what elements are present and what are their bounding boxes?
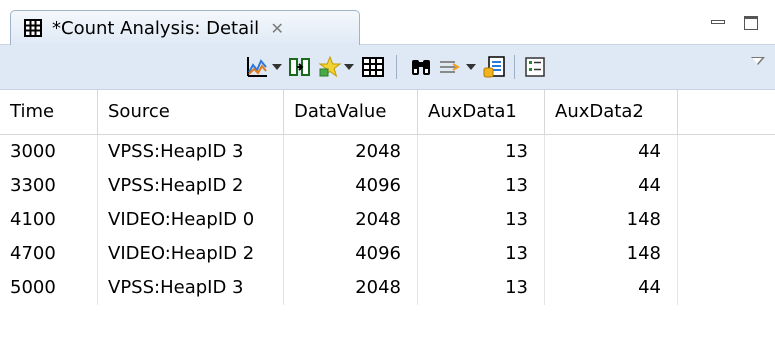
table-view-icon[interactable]: [361, 55, 385, 79]
cell-auxdata1: 13: [418, 203, 545, 237]
cell-empty: [678, 169, 775, 203]
cell-source: VPSS:HeapID 2: [98, 169, 284, 203]
tab-title: *Count Analysis: Detail: [52, 17, 260, 39]
tab-count-analysis-detail[interactable]: *Count Analysis: Detail ✕: [10, 10, 360, 45]
cell-datavalue: 4096: [284, 237, 418, 271]
table-row[interactable]: 4700 VIDEO:HeapID 2 4096 13 148: [0, 237, 775, 271]
highlight-dropdown-icon[interactable]: [342, 55, 356, 79]
cell-empty: [678, 203, 775, 237]
cell-source: VPSS:HeapID 3: [98, 135, 284, 169]
cell-time: 3300: [0, 169, 98, 203]
highlight-icon[interactable]: [318, 55, 342, 79]
cell-empty: [678, 237, 775, 271]
tab-strip: *Count Analysis: Detail ✕: [0, 0, 775, 45]
group-icon[interactable]: [523, 55, 547, 79]
table-row[interactable]: 4100 VIDEO:HeapID 0 2048 13 148: [0, 203, 775, 237]
cell-empty: [678, 135, 775, 169]
cell-datavalue: 4096: [284, 169, 418, 203]
minimize-icon[interactable]: [711, 20, 725, 24]
cell-auxdata1: 13: [418, 135, 545, 169]
graph-icon[interactable]: [245, 55, 269, 79]
cell-datavalue: 2048: [284, 135, 418, 169]
view-menu-icon[interactable]: [748, 51, 768, 71]
toolbar-separator: [514, 55, 515, 79]
column-header-time[interactable]: Time: [0, 90, 98, 134]
table-row[interactable]: 5000 VPSS:HeapID 3 2048 13 44: [0, 271, 775, 305]
cell-auxdata2: 44: [545, 271, 678, 305]
cell-source: VIDEO:HeapID 2: [98, 237, 284, 271]
column-header-datavalue[interactable]: DataValue: [284, 90, 418, 134]
cell-datavalue: 2048: [284, 203, 418, 237]
cell-time: 5000: [0, 271, 98, 305]
column-header-auxdata2[interactable]: AuxData2: [545, 90, 678, 134]
column-header-auxdata1[interactable]: AuxData1: [418, 90, 545, 134]
cell-time: 4700: [0, 237, 98, 271]
cell-empty: [678, 271, 775, 305]
count-analysis-detail-view: *Count Analysis: Detail ✕ Time Source Da…: [0, 0, 775, 350]
export-icon[interactable]: [482, 55, 506, 79]
filter-dropdown-icon[interactable]: [464, 55, 478, 79]
cell-auxdata2: 148: [545, 237, 678, 271]
cell-auxdata2: 44: [545, 135, 678, 169]
table-header: Time Source DataValue AuxData1 AuxData2: [0, 90, 775, 135]
cell-auxdata1: 13: [418, 237, 545, 271]
cell-time: 4100: [0, 203, 98, 237]
cell-source: VPSS:HeapID 3: [98, 271, 284, 305]
cell-auxdata2: 148: [545, 203, 678, 237]
cell-source: VIDEO:HeapID 0: [98, 203, 284, 237]
detail-table: Time Source DataValue AuxData1 AuxData2 …: [0, 90, 775, 350]
column-header-source[interactable]: Source: [98, 90, 284, 134]
filter-icon[interactable]: [438, 55, 462, 79]
window-controls: [685, 16, 775, 38]
view-toolbar: [0, 45, 775, 90]
table-row[interactable]: 3300 VPSS:HeapID 2 4096 13 44: [0, 169, 775, 203]
cell-datavalue: 2048: [284, 271, 418, 305]
column-header-empty: [678, 90, 775, 134]
cell-auxdata1: 13: [418, 271, 545, 305]
cell-auxdata1: 13: [418, 169, 545, 203]
toolbar-separator: [396, 55, 397, 79]
find-icon[interactable]: [409, 55, 433, 79]
columns-icon[interactable]: [288, 55, 312, 79]
table-icon: [24, 19, 42, 37]
table-row[interactable]: 3000 VPSS:HeapID 3 2048 13 44: [0, 135, 775, 169]
maximize-icon[interactable]: [744, 16, 758, 30]
cell-auxdata2: 44: [545, 169, 678, 203]
graph-dropdown-icon[interactable]: [270, 55, 284, 79]
close-icon[interactable]: ✕: [269, 19, 285, 38]
cell-time: 3000: [0, 135, 98, 169]
